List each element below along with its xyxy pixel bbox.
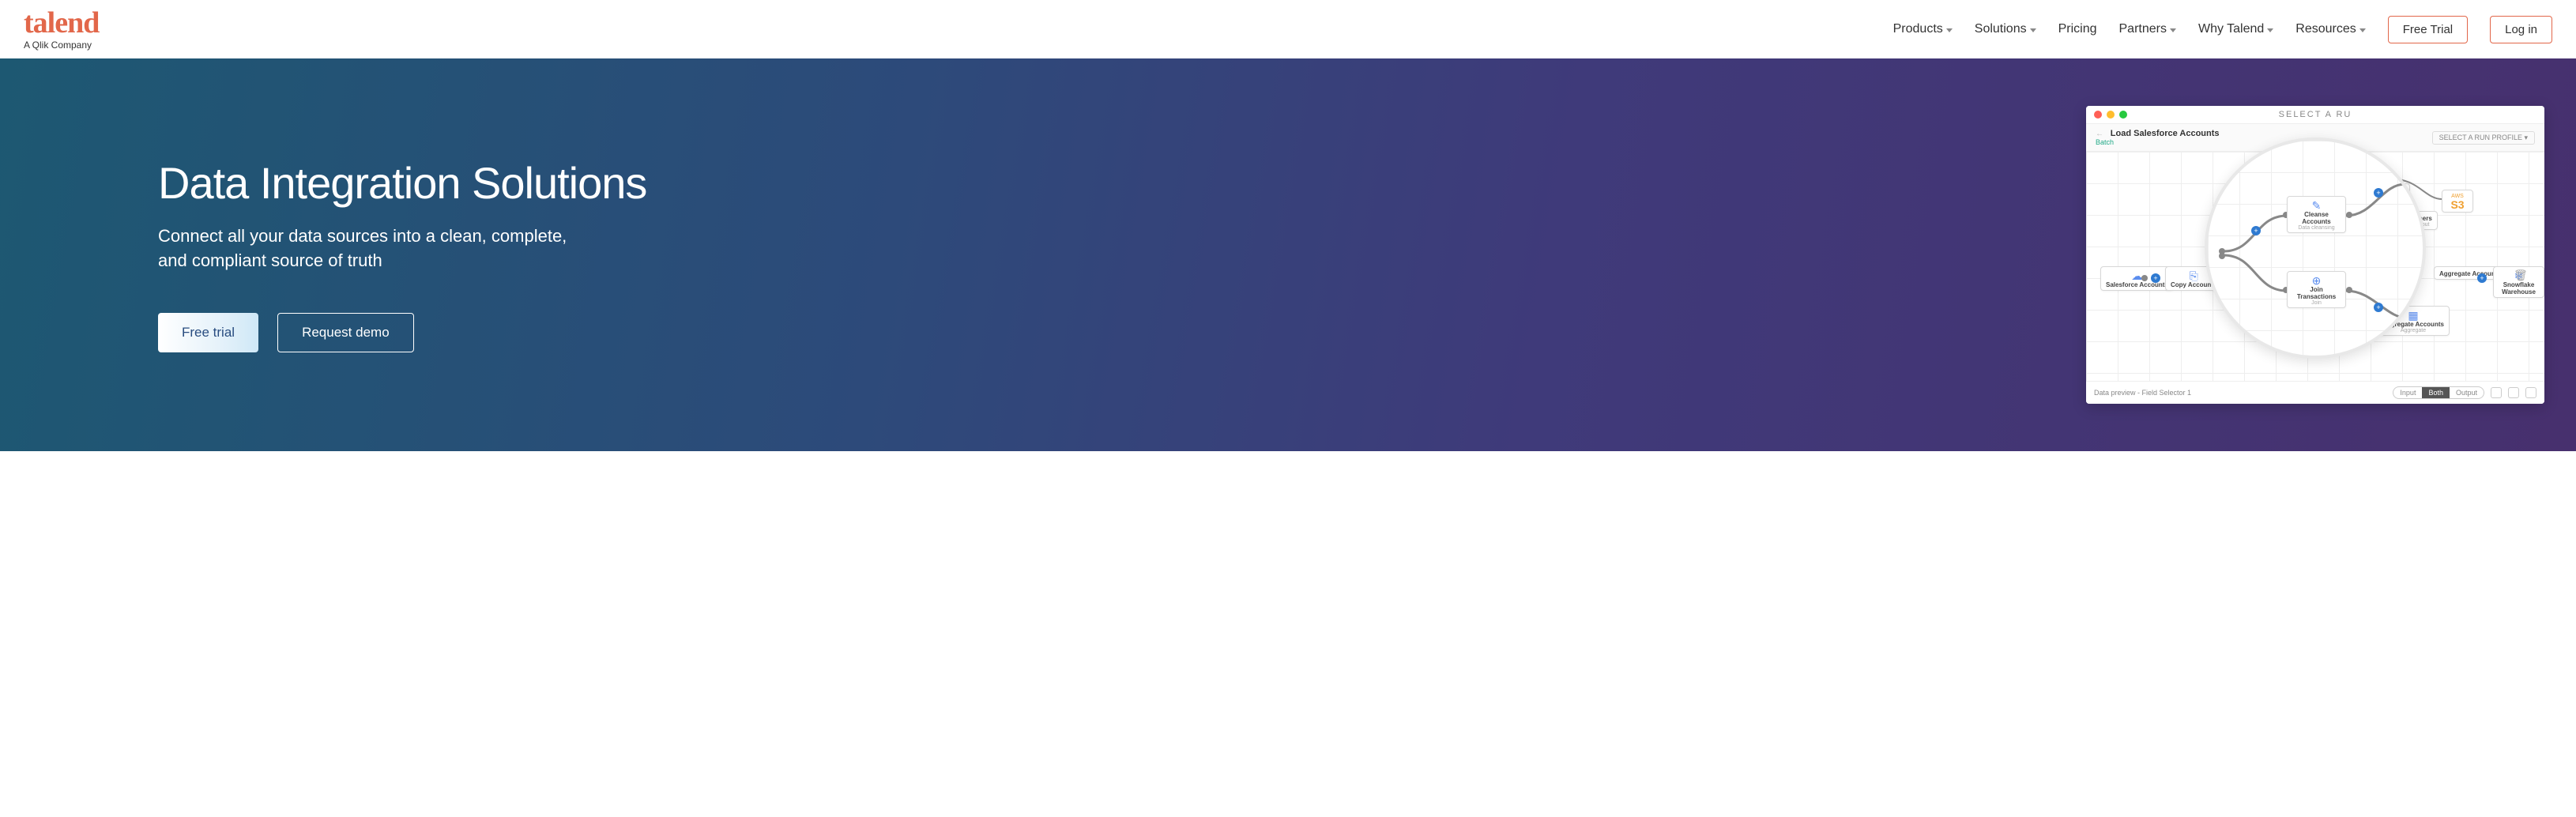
mag-join-sub: Join xyxy=(2292,300,2341,306)
chevron-down-icon xyxy=(2267,28,2273,32)
login-button[interactable]: Log in xyxy=(2490,16,2552,43)
node-salesforce: ☁ Salesforce Accounts xyxy=(2100,266,2174,291)
logo-block[interactable]: talend A Qlik Company xyxy=(24,8,99,51)
run-profile-label: SELECT A RUN PROFILE xyxy=(2439,134,2522,141)
nav-solutions[interactable]: Solutions xyxy=(1975,22,2036,36)
add-connector-icon: + xyxy=(2151,273,2160,283)
pipeline-title: Load Salesforce Accounts xyxy=(2111,129,2220,138)
toggle-both: Both xyxy=(2422,387,2450,398)
mag-node-join: ⊕ Join Transactions Join xyxy=(2287,271,2346,308)
logo-text: talend xyxy=(24,8,99,38)
minimize-dot-icon xyxy=(2107,111,2115,119)
footer-controls: Input Both Output xyxy=(2393,386,2536,399)
add-connector-icon: + xyxy=(2477,273,2487,283)
hero-free-trial-button[interactable]: Free trial xyxy=(158,313,258,352)
connector-dot-icon xyxy=(2141,275,2148,281)
mag-cleanse-sub: Data cleansing xyxy=(2292,225,2341,231)
hero-buttons: Free trial Request demo xyxy=(158,313,646,352)
node-s3-b: AWS S3 xyxy=(2442,190,2473,213)
chevron-down-icon xyxy=(2030,28,2036,32)
pipeline-tag: Batch xyxy=(2096,138,2220,146)
footer-icon xyxy=(2491,387,2502,398)
nav-why-talend[interactable]: Why Talend xyxy=(2198,22,2273,36)
nav-resources[interactable]: Resources xyxy=(2295,22,2365,36)
pipeline-canvas: 1 ☁ Salesforce Accounts + ⎘ Copy Account… xyxy=(2086,152,2544,381)
connector-dot-icon xyxy=(2219,253,2225,259)
trash-icon: 🗑 xyxy=(2514,269,2528,280)
magnifier-edges xyxy=(2208,141,2423,356)
node-agg-acc-sub: Aggregate xyxy=(2382,328,2444,333)
mag-join-label: Join Transactions xyxy=(2292,286,2341,300)
nav-solutions-label: Solutions xyxy=(1975,22,2027,36)
nav-partners[interactable]: Partners xyxy=(2119,22,2176,36)
mag-node-cleanse: ✎ Cleanse Accounts Data cleansing xyxy=(2287,196,2346,233)
back-arrow-icon: ← xyxy=(2096,130,2103,138)
free-trial-button[interactable]: Free Trial xyxy=(2388,16,2468,43)
chevron-down-icon xyxy=(1946,28,1953,32)
maximize-dot-icon xyxy=(2119,111,2127,119)
run-profile-selector: SELECT A RUN PROFILE ▾ xyxy=(2432,131,2535,145)
add-connector-icon: + xyxy=(2374,188,2383,198)
chevron-down-icon xyxy=(2359,28,2366,32)
window-title: SELECT A RU xyxy=(2279,110,2352,119)
brush-icon: ✎ xyxy=(2292,200,2341,211)
data-preview-label: Data preview - Field Selector 1 xyxy=(2094,389,2191,397)
node-trash: 🗑 xyxy=(2509,266,2533,282)
hero-title: Data Integration Solutions xyxy=(158,157,646,209)
hero-request-demo-button[interactable]: Request demo xyxy=(277,313,414,352)
screenshot-footer: Data preview - Field Selector 1 Input Bo… xyxy=(2086,381,2544,404)
nav-pricing-label: Pricing xyxy=(2058,22,2097,36)
hero-content: Data Integration Solutions Connect all y… xyxy=(158,157,646,352)
magnifier-lens: + + + ✎ Cleanse Accounts Data cleansing … xyxy=(2205,137,2426,359)
toggle-output: Output xyxy=(2450,387,2484,398)
add-connector-icon: + xyxy=(2374,303,2383,312)
io-toggle: Input Both Output xyxy=(2393,386,2484,399)
connector-dot-icon xyxy=(2404,180,2410,186)
connector-dot-icon xyxy=(2346,287,2352,293)
site-header: talend A Qlik Company Products Solutions… xyxy=(0,0,2576,58)
mag-cleanse-label: Cleanse Accounts xyxy=(2292,211,2341,225)
footer-icon xyxy=(2508,387,2519,398)
close-dot-icon xyxy=(2094,111,2102,119)
toggle-input: Input xyxy=(2393,387,2422,398)
main-nav: Products Solutions Pricing Partners Why … xyxy=(1893,16,2552,43)
product-screenshot: SELECT A RU ← Load Salesforce Accounts B… xyxy=(2086,106,2544,404)
connector-dot-icon xyxy=(2346,212,2352,218)
node-salesforce-label: Salesforce Accounts xyxy=(2106,281,2168,288)
mac-titlebar: SELECT A RU xyxy=(2086,106,2544,124)
hero-subtitle: Connect all your data sources into a cle… xyxy=(158,224,601,273)
s3-icon: S3 xyxy=(2447,199,2468,210)
hero-section: Data Integration Solutions Connect all y… xyxy=(0,58,2576,451)
nav-partners-label: Partners xyxy=(2119,22,2167,36)
pipeline-title-block: ← Load Salesforce Accounts Batch xyxy=(2096,129,2220,146)
join-icon: ⊕ xyxy=(2292,275,2341,286)
nav-products-label: Products xyxy=(1893,22,1943,36)
node-snowflake-label: Snowflake Warehouse xyxy=(2499,281,2539,296)
nav-products[interactable]: Products xyxy=(1893,22,1953,36)
logo-subtext: A Qlik Company xyxy=(24,40,92,51)
connector-dot-icon xyxy=(2407,314,2413,321)
nav-pricing[interactable]: Pricing xyxy=(2058,22,2097,36)
nav-resources-label: Resources xyxy=(2295,22,2356,36)
footer-icon xyxy=(2525,387,2536,398)
chevron-down-icon xyxy=(2170,28,2176,32)
nav-why-label: Why Talend xyxy=(2198,22,2264,36)
add-connector-icon: + xyxy=(2251,226,2261,235)
